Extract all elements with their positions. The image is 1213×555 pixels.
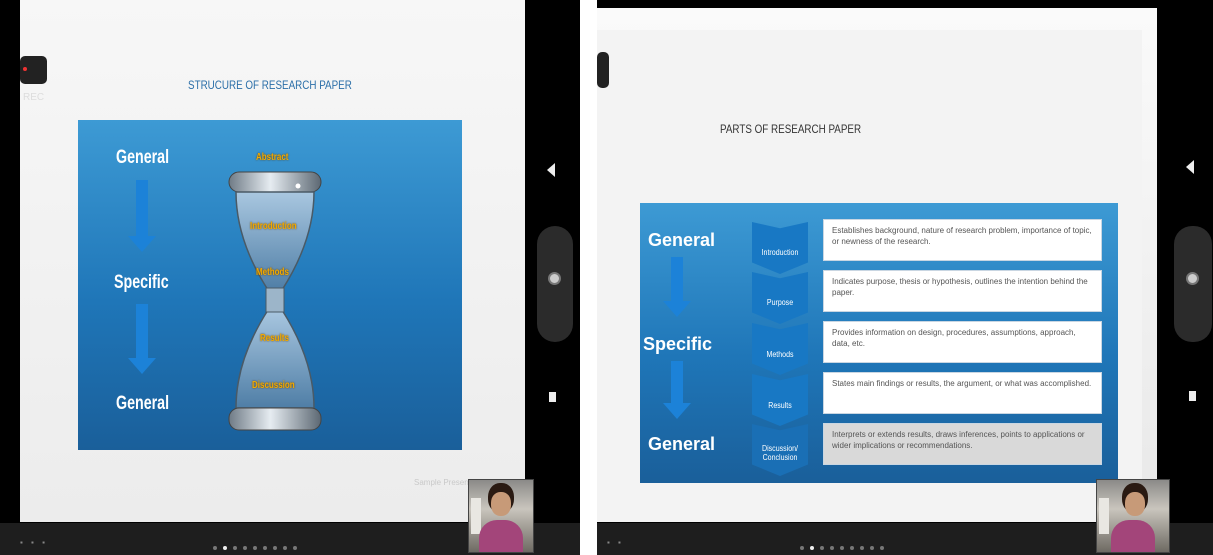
webcam-thumbnail[interactable] — [468, 479, 534, 553]
back-icon[interactable] — [547, 163, 555, 177]
pager-dot[interactable] — [263, 546, 267, 550]
home-button[interactable] — [537, 226, 573, 342]
pager-dot[interactable] — [830, 546, 834, 550]
pager-dot[interactable] — [253, 546, 257, 550]
flow-label-specific: Specific — [643, 334, 713, 354]
record-dot-icon — [23, 67, 27, 72]
step-description-discussion: Interprets or extends results, draws inf… — [823, 423, 1102, 465]
recording-label: REC — [23, 92, 45, 103]
home-icon — [548, 272, 561, 285]
presenter-head — [491, 492, 511, 516]
slide-pager-dots[interactable] — [213, 537, 303, 550]
step-description-purpose: Indicates purpose, thesis or hypothesis,… — [823, 270, 1102, 312]
flow-label-general-top: General — [648, 230, 716, 250]
flow-label-specific: Specific — [114, 272, 169, 293]
pager-dot[interactable] — [273, 546, 277, 550]
webcam-background — [1099, 498, 1109, 534]
hourglass-label-introduction: Introduction — [250, 221, 297, 232]
down-arrow-icon — [663, 257, 691, 317]
down-arrow-icon — [128, 304, 156, 374]
recents-icon[interactable] — [549, 392, 556, 402]
pager-dot[interactable] — [293, 546, 297, 550]
presenter-body — [1111, 520, 1155, 552]
pager-dot[interactable] — [233, 546, 237, 550]
pager-dot[interactable] — [213, 546, 217, 550]
hourglass-label-results: Results — [260, 333, 289, 344]
player-control-icons[interactable]: ▪ ▪ — [607, 538, 624, 547]
pager-dot[interactable] — [840, 546, 844, 550]
down-arrow-icon — [128, 180, 156, 252]
hourglass-label-abstract: Abstract — [256, 152, 289, 163]
pager-dot[interactable] — [860, 546, 864, 550]
recents-icon[interactable] — [1189, 391, 1196, 401]
hourglass-label-discussion: Discussion — [252, 380, 295, 391]
pager-dot[interactable] — [880, 546, 884, 550]
pager-dot[interactable] — [820, 546, 824, 550]
pager-dot[interactable] — [243, 546, 247, 550]
recording-badge: REC — [20, 56, 47, 103]
recording-badge — [597, 52, 609, 88]
home-icon — [1186, 272, 1199, 285]
back-icon[interactable] — [1186, 160, 1194, 174]
player-control-icons[interactable]: ▪ ▪ ▪ — [20, 538, 48, 547]
pager-dot-active[interactable] — [223, 546, 227, 550]
flow-label-general-top: General — [116, 147, 170, 168]
flow-label-general-bottom: General — [648, 434, 716, 454]
step-label-methods: Methods — [766, 350, 794, 359]
presenter-body — [479, 520, 523, 552]
step-label-results: Results — [768, 401, 792, 410]
down-arrow-icon — [663, 361, 691, 419]
step-label-purpose: Purpose — [766, 298, 794, 307]
hourglass-label-methods: Methods — [256, 267, 289, 278]
slide-pager-dots[interactable] — [800, 537, 890, 550]
pager-dot[interactable] — [283, 546, 287, 550]
step-description-results: States main findings or results, the arg… — [823, 372, 1102, 414]
presenter-head — [1125, 492, 1145, 516]
slide-title: PARTS OF RESEARCH PAPER — [720, 122, 862, 136]
pager-dot-active[interactable] — [810, 546, 814, 550]
pager-dot[interactable] — [800, 546, 804, 550]
step-label-discussion-conclusion: Discussion/ Conclusion — [762, 444, 798, 462]
step-label-introduction: Introduction — [761, 248, 799, 257]
step-description-methods: Provides information on design, procedur… — [823, 321, 1102, 363]
hourglass-icon — [228, 171, 322, 431]
step-description-introduction: Establishes background, nature of resear… — [823, 219, 1102, 261]
flow-label-general-bottom: General — [116, 393, 170, 414]
pager-dot[interactable] — [850, 546, 854, 550]
pager-dot[interactable] — [870, 546, 874, 550]
webcam-background — [471, 498, 481, 534]
webcam-thumbnail[interactable] — [1096, 479, 1170, 553]
slide-title: STRUCURE OF RESEARCH PAPER — [188, 78, 352, 92]
home-button[interactable] — [1174, 226, 1212, 342]
